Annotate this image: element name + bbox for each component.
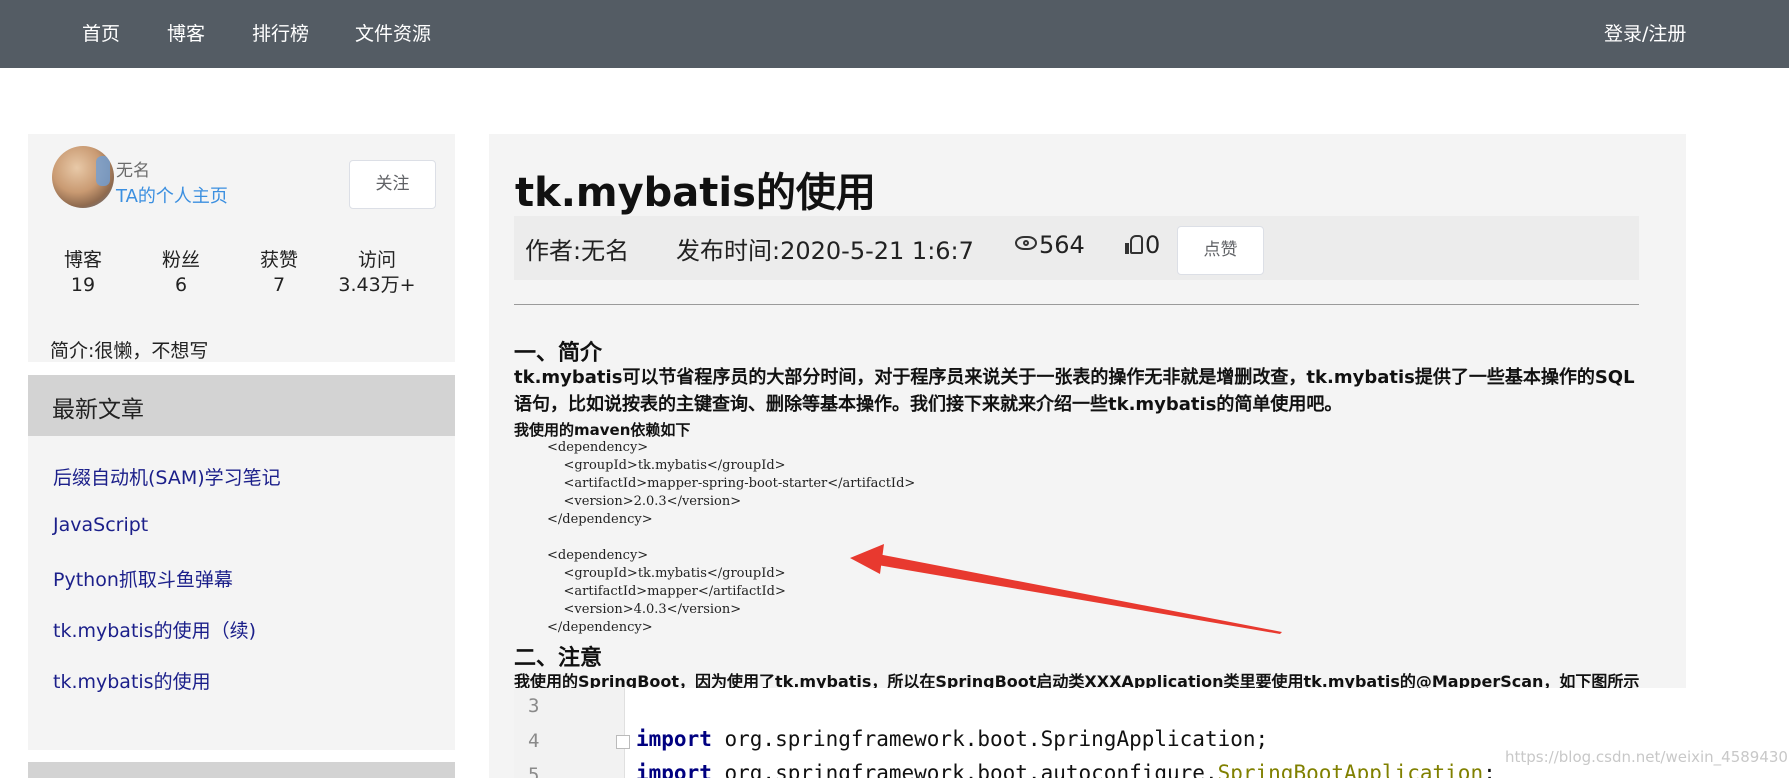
article-views: 564: [1015, 231, 1085, 259]
stat-likes: 获赞 7: [234, 248, 324, 298]
article-likes: 0: [1125, 231, 1160, 259]
arrow-head: [850, 544, 884, 574]
top-nav: 首页 博客 排行榜 文件资源 登录/注册: [0, 0, 1789, 68]
article-panel: tk.mybatis的使用 作者:无名 发布时间:2020-5-21 1:6:7…: [489, 134, 1686, 778]
line-number: 3: [528, 695, 540, 717]
stat-fans-label: 粉丝: [161, 249, 200, 271]
article-views-count: 564: [1039, 231, 1085, 259]
article-author: 作者:无名: [525, 237, 630, 265]
latest-articles-panel: 最新文章 后缀自动机(SAM)学习笔记 JavaScript Python抓取斗…: [28, 375, 455, 750]
fold-icon: [616, 735, 630, 749]
stat-blog-label: 博客: [63, 249, 102, 271]
stat-fans-value: 6: [174, 274, 188, 296]
profile-bio: 简介:很懒，不想写: [50, 340, 209, 362]
article-title: tk.mybatis的使用: [515, 170, 876, 216]
follow-button[interactable]: 关注: [349, 160, 436, 209]
nav-files[interactable]: 文件资源: [355, 0, 431, 68]
line-number: 4: [528, 730, 540, 752]
latest-article-item[interactable]: tk.mybatis的使用（续): [53, 616, 256, 643]
section-intro-title: 一、简介: [514, 341, 603, 366]
profile-name: 无名: [116, 161, 150, 181]
arrow-shaft: [860, 554, 1282, 634]
latest-articles-title: 最新文章: [52, 397, 144, 423]
nav-home[interactable]: 首页: [82, 0, 120, 68]
code-class-name: SpringBootApplication: [1217, 761, 1484, 778]
article-meta-bar: 作者:无名 发布时间:2020-5-21 1:6:7 564 0 点赞: [514, 216, 1639, 280]
code-line: import org.springframework.boot.autoconf…: [636, 761, 1496, 778]
line-number: 5: [528, 764, 540, 778]
latest-article-item[interactable]: tk.mybatis的使用: [53, 667, 211, 694]
code-text-end: ;: [1483, 761, 1496, 778]
annotation-arrow: [850, 544, 1282, 634]
article-date: 发布时间:2020-5-21 1:6:7: [676, 237, 974, 265]
stat-blog-value: 19: [70, 274, 96, 296]
latest-articles-header: 最新文章: [28, 375, 455, 436]
nav-blog[interactable]: 博客: [167, 0, 205, 68]
nav-rank[interactable]: 排行榜: [252, 0, 309, 68]
stat-fans: 粉丝 6: [136, 248, 226, 298]
watermark: https://blog.csdn.net/weixin_45894305: [1505, 748, 1789, 766]
code-keyword: import: [636, 727, 712, 751]
code-keyword: import: [636, 761, 712, 778]
maven-label: 我使用的maven依赖如下: [514, 421, 691, 439]
latest-article-item[interactable]: 后缀自动机(SAM)学习笔记: [53, 463, 281, 490]
profile-card: 无名 TA的个人主页 关注 博客 19 粉丝 6 获赞 7 访问 3.43万+ …: [28, 134, 455, 362]
stat-visits-value: 3.43万+: [338, 274, 416, 296]
nav-login[interactable]: 登录/注册: [1604, 0, 1686, 68]
latest-article-item[interactable]: JavaScript: [53, 514, 148, 536]
article-divider: [514, 304, 1639, 305]
profile-home-link[interactable]: TA的个人主页: [116, 182, 228, 208]
like-button[interactable]: 点赞: [1177, 226, 1264, 275]
stat-likes-label: 获赞: [259, 249, 298, 271]
article-likes-count: 0: [1145, 231, 1161, 259]
code-line: import org.springframework.boot.SpringAp…: [636, 727, 1268, 751]
thumbs-up-icon: [1125, 235, 1143, 255]
stat-visits-label: 访问: [357, 249, 396, 271]
stat-likes-value: 7: [272, 274, 286, 296]
stat-visits: 访问 3.43万+: [332, 248, 422, 298]
sidebar-next-panel: [28, 762, 455, 778]
latest-article-item[interactable]: Python抓取斗鱼弹幕: [53, 565, 233, 592]
stat-blog: 博客 19: [38, 248, 128, 298]
section-intro-text: tk.mybatis可以节省程序员的大部分时间，对于程序员来说关于一张表的操作无…: [514, 367, 1635, 415]
code-text: org.springframework.boot.autoconfigure.: [711, 761, 1218, 778]
eye-icon: [1015, 236, 1037, 250]
avatar[interactable]: [52, 146, 114, 208]
code-text: org.springframework.boot.SpringApplicati…: [711, 727, 1269, 751]
